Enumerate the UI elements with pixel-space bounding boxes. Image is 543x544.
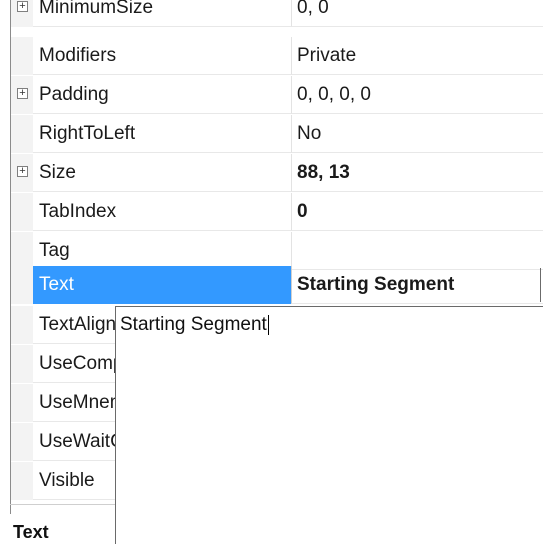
property-value[interactable]: 88, 13 (291, 154, 543, 192)
property-name: Padding (33, 76, 291, 114)
property-name: Text (33, 266, 291, 304)
row-gutter (11, 232, 33, 270)
row-gutter (11, 115, 33, 153)
description-title: Text (13, 522, 49, 542)
expand-plus-icon[interactable]: + (17, 166, 28, 177)
property-row-tabindex[interactable]: TabIndex 0 (11, 193, 543, 231)
property-value[interactable]: No (291, 115, 543, 153)
property-value[interactable]: 0 (291, 193, 543, 231)
property-value[interactable]: 0, 0, 0, 0 (291, 76, 543, 114)
property-name: Modifiers (33, 37, 291, 75)
property-row-padding[interactable]: + Padding 0, 0, 0, 0 (11, 76, 543, 114)
row-gutter (11, 345, 33, 383)
property-value[interactable]: Private (291, 37, 543, 75)
property-name: Size (33, 154, 291, 192)
property-row-text[interactable]: Text Starting Segment (11, 266, 543, 304)
row-gutter (11, 266, 33, 304)
property-name: MinimumSize (33, 0, 291, 27)
row-gutter (11, 423, 33, 461)
property-value[interactable]: Starting Segment (291, 266, 543, 304)
property-value[interactable]: 0, 0 (291, 0, 543, 27)
row-gutter (11, 306, 33, 344)
property-row-tag[interactable]: Tag (11, 232, 543, 270)
row-gutter (11, 384, 33, 422)
property-row-modifiers[interactable]: Modifiers Private (11, 37, 543, 75)
text-caret (267, 314, 269, 335)
row-gutter (11, 193, 33, 231)
row-gutter (11, 37, 33, 75)
string-editor-text: Starting Segment (120, 314, 267, 335)
property-name: RightToLeft (33, 115, 291, 153)
expand-plus-icon[interactable]: + (17, 1, 28, 12)
property-name: Tag (33, 232, 291, 270)
property-row-size[interactable]: + Size 88, 13 (11, 154, 543, 192)
string-editor-input[interactable]: Starting Segment (120, 309, 269, 341)
property-row-righttoleft[interactable]: RightToLeft No (11, 115, 543, 153)
expand-plus-icon[interactable]: + (17, 88, 28, 99)
property-row-minimumsize[interactable]: + MinimumSize 0, 0 (11, 0, 543, 27)
property-value[interactable] (291, 232, 543, 270)
string-editor-dropdown[interactable]: Starting Segment (115, 306, 543, 544)
row-gutter (11, 462, 33, 500)
property-name: TabIndex (33, 193, 291, 231)
